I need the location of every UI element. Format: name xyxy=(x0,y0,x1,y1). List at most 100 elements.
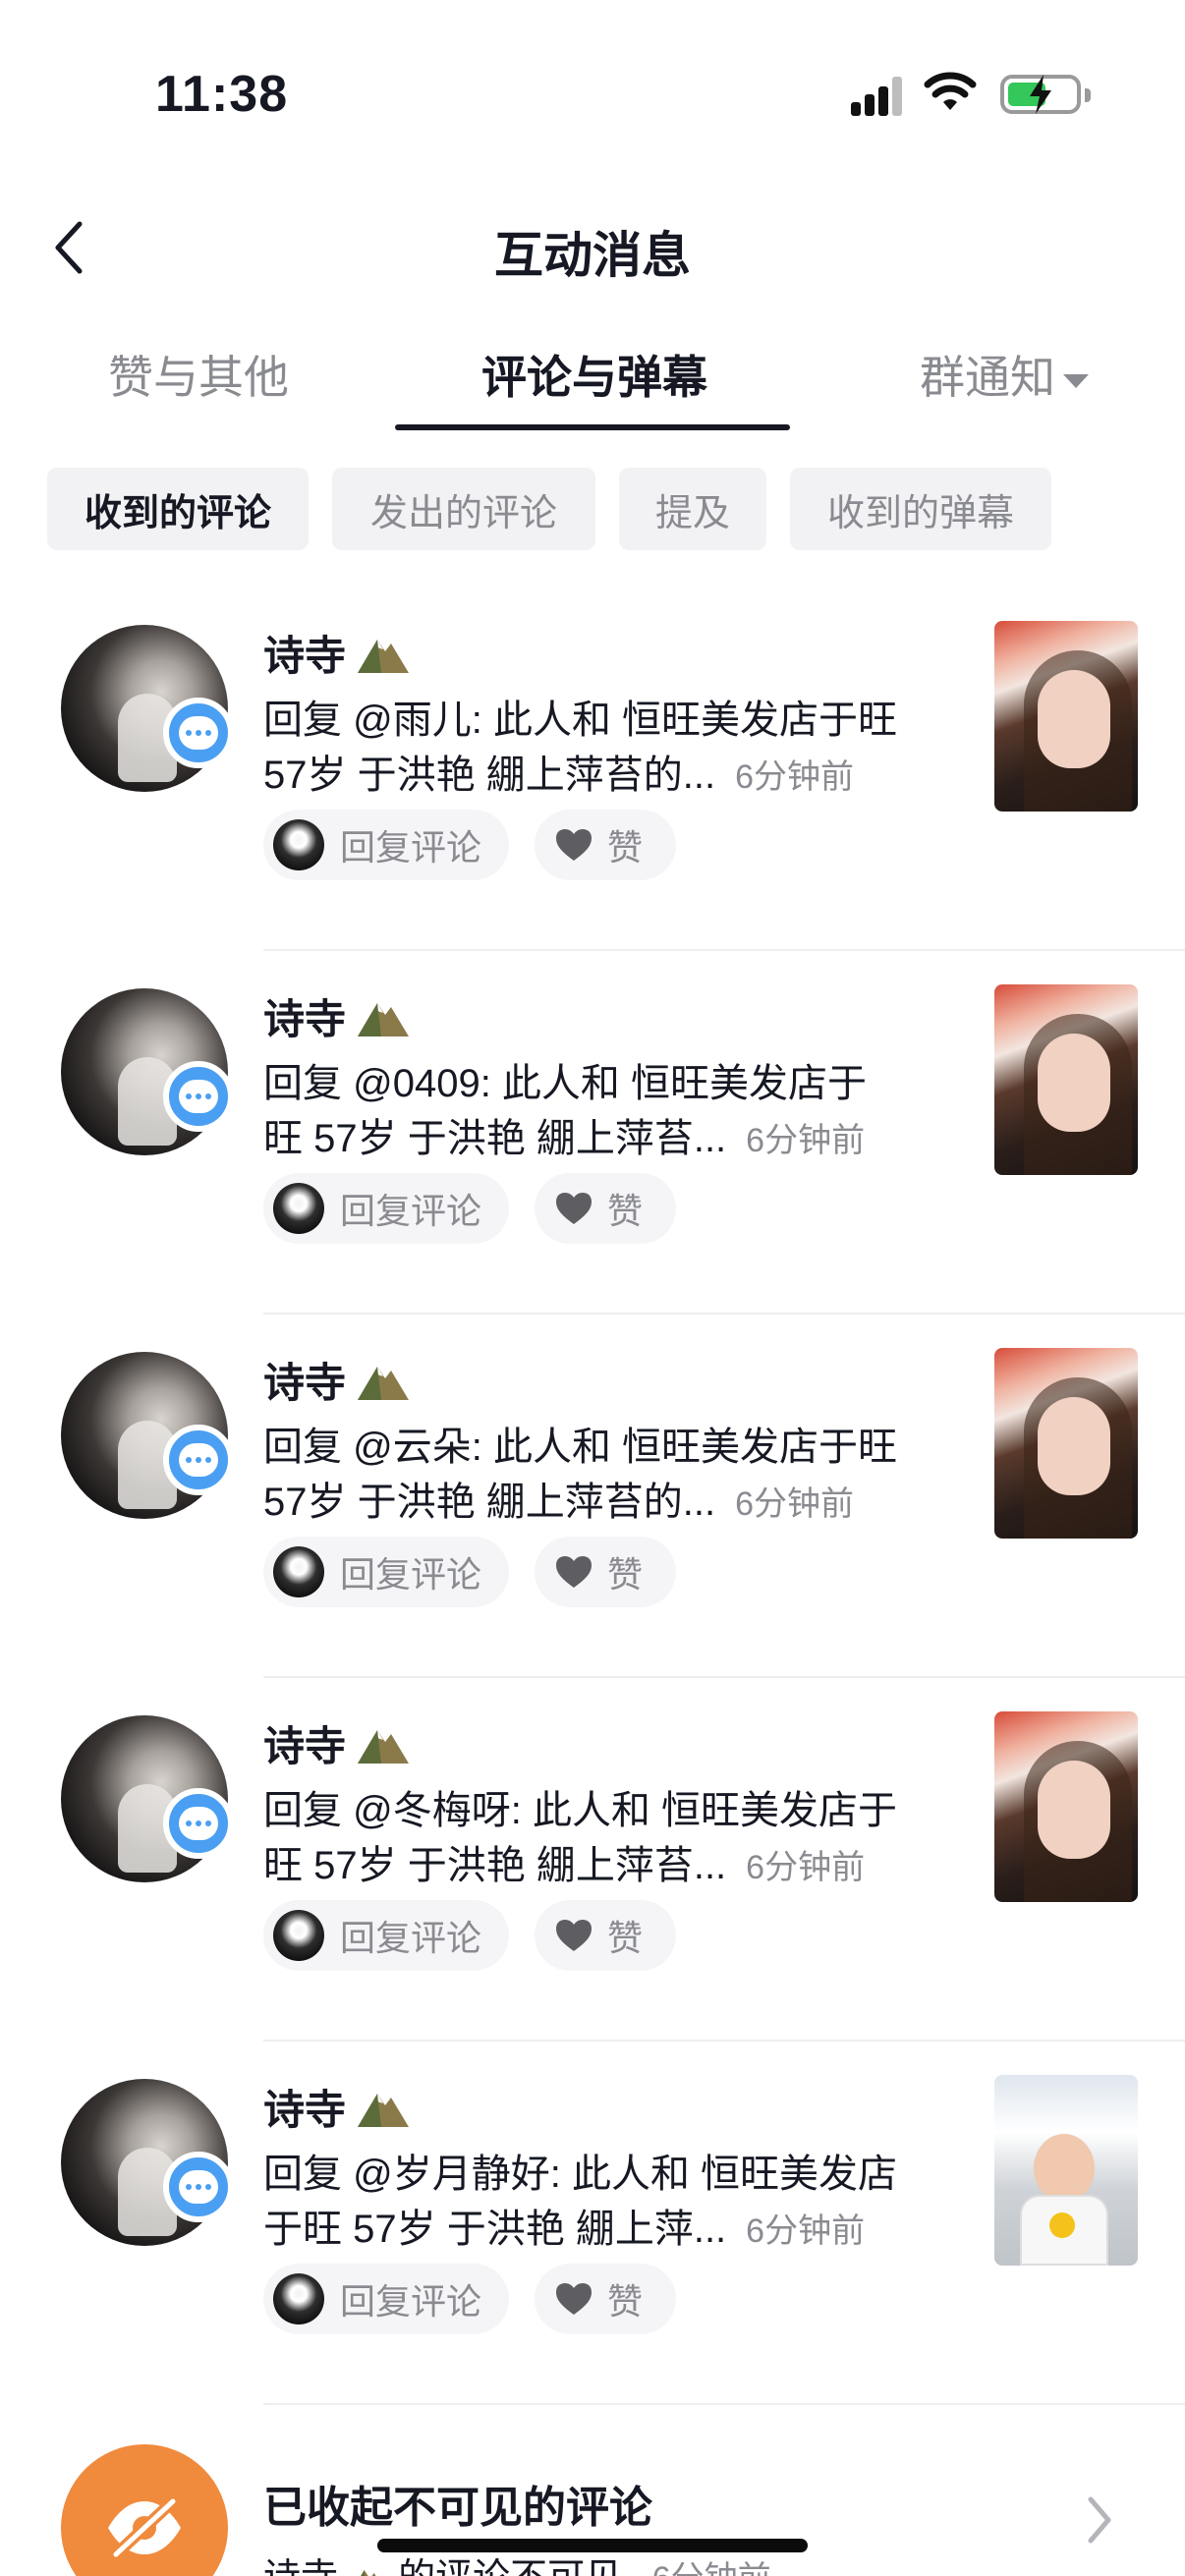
comment-username[interactable]: 诗寺 xyxy=(263,623,411,683)
username-text: 诗寺 xyxy=(263,2087,347,2133)
comment-bubble-icon xyxy=(163,2152,234,2222)
comment-item[interactable]: 诗寺 回复 @冬梅呀: 此人和 恒旺美发店于 旺 57岁 于洪艳 綳上萍苔...… xyxy=(0,1684,1185,2047)
home-indicator xyxy=(377,2539,808,2552)
comment-item[interactable]: 诗寺 回复 @0409: 此人和 恒旺美发店于 旺 57岁 于洪艳 綳上萍苔..… xyxy=(0,957,1185,1320)
comment-time: 6分钟前 xyxy=(746,1849,866,1886)
reply-comment-button[interactable]: 回复评论 xyxy=(263,2264,509,2334)
comment-text: 57岁 于洪艳 綳上萍苔的... xyxy=(263,1481,716,1524)
comment-bubble-icon xyxy=(163,1425,234,1495)
comment-text-line2: 57岁 于洪艳 綳上萍苔的... 6分钟前 xyxy=(263,1470,854,1527)
comment-username[interactable]: 诗寺 xyxy=(263,1350,411,1410)
comment-text: 于旺 57岁 于洪艳 綳上萍... xyxy=(263,2208,727,2251)
filter-received-comments[interactable]: 收到的评论 xyxy=(47,468,309,550)
collapsed-time: 6分钟前 xyxy=(652,2560,771,2576)
tab-comments-and-danmaku[interactable]: 评论与弹幕 xyxy=(481,342,707,407)
reply-comment-button[interactable]: 回复评论 xyxy=(263,1173,509,1244)
comment-text: 57岁 于洪艳 綳上萍苔的... xyxy=(263,754,716,797)
username-text: 诗寺 xyxy=(263,1723,347,1769)
hidden-eye-icon xyxy=(61,2444,228,2576)
mountain-emoji-icon xyxy=(358,2093,410,2127)
filter-label: 收到的弹幕 xyxy=(826,492,1014,534)
video-thumbnail[interactable] xyxy=(994,2075,1138,2266)
my-avatar xyxy=(273,2273,324,2324)
collapsed-title: 已收起不可见的评论 xyxy=(263,2484,652,2532)
collapsed-suffix: 的评论不可见 xyxy=(398,2557,622,2576)
heart-icon xyxy=(556,2283,592,2315)
tab-label: 群通知 xyxy=(920,352,1055,403)
like-button[interactable]: 赞 xyxy=(535,1173,676,1244)
comment-text-line2: 57岁 于洪艳 綳上萍苔的... 6分钟前 xyxy=(263,743,854,800)
comment-text-line2: 于旺 57岁 于洪艳 綳上萍... 6分钟前 xyxy=(263,2197,865,2254)
tab-group-notifications[interactable]: 群通知 xyxy=(920,342,1089,407)
comment-text: 旺 57岁 于洪艳 綳上萍苔... xyxy=(263,1117,727,1160)
divider xyxy=(263,949,1185,951)
caret-down-icon xyxy=(1063,373,1089,388)
filter-label: 提及 xyxy=(654,492,730,534)
collapsed-comments-row[interactable]: 已收起不可见的评论 诗寺 的评论不可见 6分钟前 xyxy=(0,2436,1185,2576)
comment-text-line1: 回复 @云朵: 此人和 恒旺美发店于旺 xyxy=(263,1426,898,1469)
username-text: 诗寺 xyxy=(263,1360,347,1406)
battery-icon xyxy=(1000,75,1091,114)
comment-text-line2: 旺 57岁 于洪艳 綳上萍苔... 6分钟前 xyxy=(263,1106,865,1163)
mountain-emoji-icon xyxy=(358,1366,410,1400)
heart-icon xyxy=(556,1556,592,1588)
filter-label: 发出的评论 xyxy=(369,492,557,534)
page-title: 互动消息 xyxy=(494,228,691,283)
comment-bubble-icon xyxy=(163,1061,234,1132)
comment-text-line1: 回复 @0409: 此人和 恒旺美发店于 xyxy=(263,1062,868,1105)
video-thumbnail[interactable] xyxy=(994,984,1138,1175)
comment-text-line1: 回复 @冬梅呀: 此人和 恒旺美发店于 xyxy=(263,1789,898,1832)
like-button[interactable]: 赞 xyxy=(535,810,676,880)
my-avatar xyxy=(273,1546,324,1597)
video-thumbnail[interactable] xyxy=(994,621,1138,812)
divider xyxy=(263,1676,1185,1678)
like-label: 赞 xyxy=(607,1918,644,1958)
reply-label: 回复评论 xyxy=(340,1191,482,1231)
reply-label: 回复评论 xyxy=(340,827,482,868)
comment-username[interactable]: 诗寺 xyxy=(263,986,411,1046)
comment-username[interactable]: 诗寺 xyxy=(263,2077,411,2137)
heart-icon xyxy=(556,829,592,861)
comment-bubble-icon xyxy=(163,698,234,768)
wifi-icon xyxy=(924,72,977,110)
like-button[interactable]: 赞 xyxy=(535,2264,676,2334)
video-thumbnail[interactable] xyxy=(994,1348,1138,1539)
active-tab-indicator xyxy=(395,424,790,430)
comment-username[interactable]: 诗寺 xyxy=(263,1713,411,1773)
comment-item[interactable]: 诗寺 回复 @雨儿: 此人和 恒旺美发店于旺 57岁 于洪艳 綳上萍苔的... 6… xyxy=(0,593,1185,957)
reply-comment-button[interactable]: 回复评论 xyxy=(263,1900,509,1971)
mountain-emoji-icon xyxy=(358,639,410,673)
filter-received-danmaku[interactable]: 收到的弹幕 xyxy=(790,468,1051,550)
status-time: 11:38 xyxy=(155,66,289,123)
tab-label: 赞与其他 xyxy=(108,352,289,403)
comment-text-line1: 回复 @岁月静好: 此人和 恒旺美发店 xyxy=(263,2153,898,2196)
comment-text-line1: 回复 @雨儿: 此人和 恒旺美发店于旺 xyxy=(263,699,898,742)
filter-mentions[interactable]: 提及 xyxy=(619,468,766,550)
tab-label: 评论与弹幕 xyxy=(481,352,707,403)
mountain-emoji-icon xyxy=(358,1729,410,1764)
my-avatar xyxy=(273,1910,324,1961)
like-label: 赞 xyxy=(607,2281,644,2322)
collapsed-username: 诗寺 xyxy=(263,2557,338,2576)
comment-time: 6分钟前 xyxy=(746,2212,866,2250)
reply-comment-button[interactable]: 回复评论 xyxy=(263,810,509,880)
my-avatar xyxy=(273,1183,324,1234)
video-thumbnail[interactable] xyxy=(994,1711,1138,1902)
comment-item[interactable]: 诗寺 回复 @岁月静好: 此人和 恒旺美发店 于旺 57岁 于洪艳 綳上萍...… xyxy=(0,2047,1185,2411)
my-avatar xyxy=(273,819,324,870)
comment-item[interactable]: 诗寺 回复 @云朵: 此人和 恒旺美发店于旺 57岁 于洪艳 綳上萍苔的... 6… xyxy=(0,1320,1185,1684)
reply-comment-button[interactable]: 回复评论 xyxy=(263,1537,509,1607)
like-button[interactable]: 赞 xyxy=(535,1537,676,1607)
heart-icon xyxy=(556,1920,592,1951)
tab-likes-and-others[interactable]: 赞与其他 xyxy=(108,342,289,407)
comment-text-line2: 旺 57岁 于洪艳 綳上萍苔... 6分钟前 xyxy=(263,1833,865,1890)
divider xyxy=(263,1313,1185,1315)
comment-time: 6分钟前 xyxy=(735,1485,854,1523)
mountain-emoji-icon xyxy=(358,1002,410,1036)
filter-sent-comments[interactable]: 发出的评论 xyxy=(332,468,595,550)
username-text: 诗寺 xyxy=(263,633,347,679)
like-label: 赞 xyxy=(607,1554,644,1595)
like-button[interactable]: 赞 xyxy=(535,1900,676,1971)
heart-icon xyxy=(556,1193,592,1224)
status-bar: 11:38 xyxy=(0,0,1185,187)
